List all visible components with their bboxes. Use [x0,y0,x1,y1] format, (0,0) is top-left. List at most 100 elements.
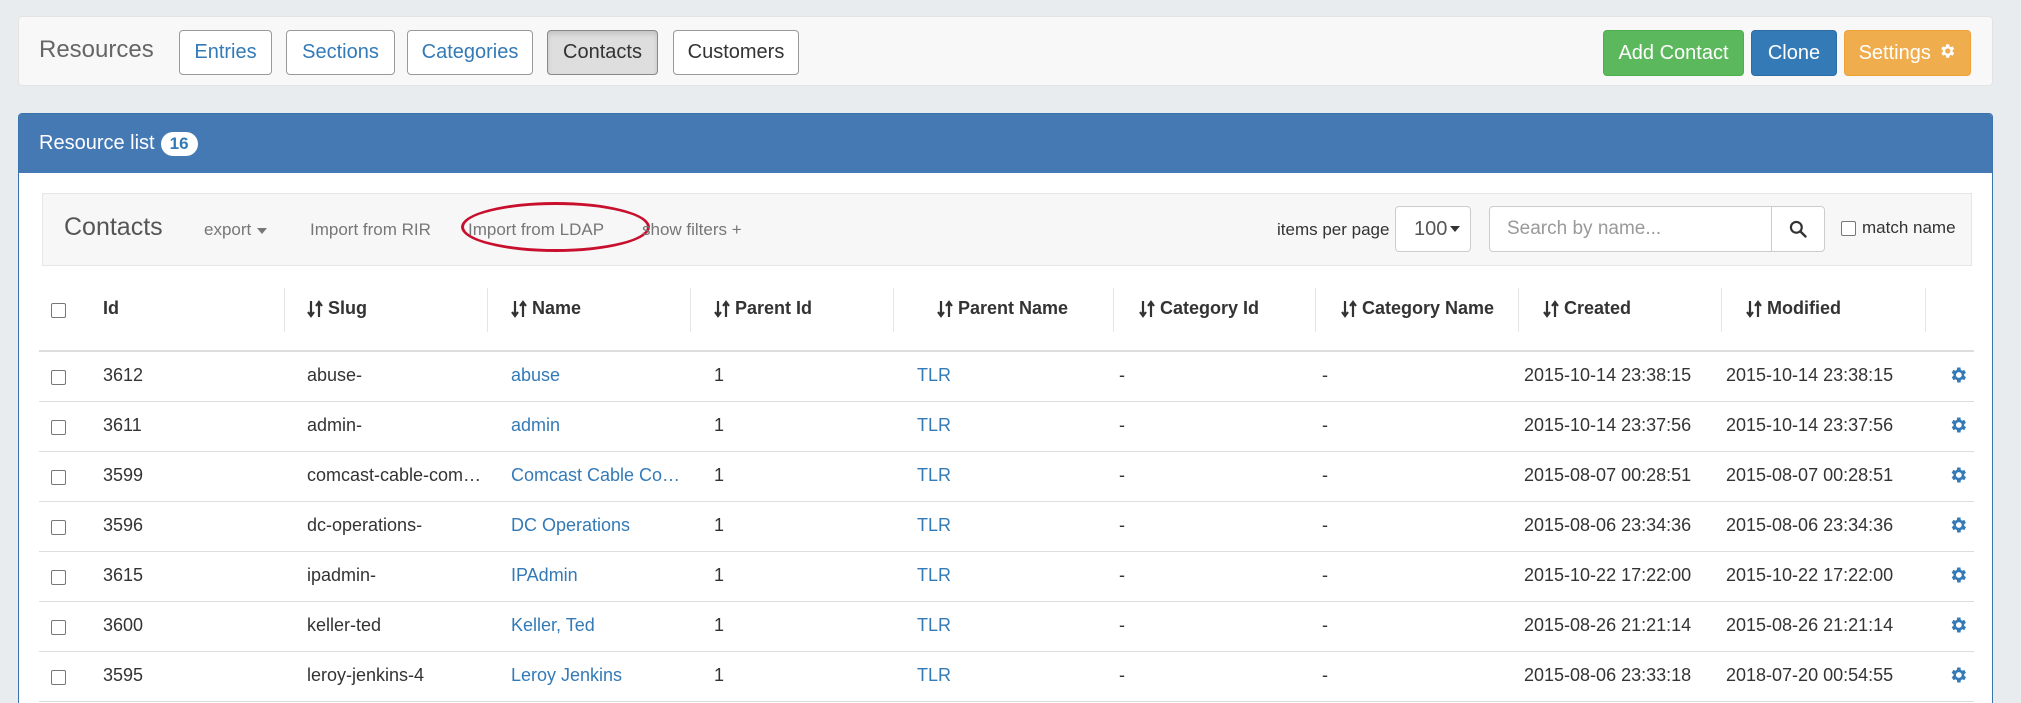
add-contact-button[interactable]: Add Contact [1603,30,1744,76]
cell-name-link[interactable]: abuse [511,365,687,386]
settings-button[interactable]: Settings [1844,30,1971,76]
table-row[interactable]: 3611 admin- admin 1 TLR - - 2015-10-14 2… [39,402,1974,452]
cell-parent-name-link[interactable]: TLR [917,465,951,486]
export-dropdown[interactable]: export [204,220,268,240]
cell-slug: admin- [307,415,363,435]
cell-name-link[interactable]: Leroy Jenkins [511,665,687,686]
search-button[interactable] [1771,206,1825,252]
column-header-category-id[interactable]: Category Id [1139,298,1259,319]
cell-created: 2015-08-06 23:33:18 [1524,665,1692,685]
cell-id: 3600 [103,615,144,635]
cell-parent-name-link[interactable]: TLR [917,615,951,636]
gear-icon[interactable] [1948,465,1968,485]
navbar-brand[interactable]: Resources [39,36,154,64]
cell-name-link[interactable]: DC Operations [511,515,687,536]
table-row[interactable]: 3595 leroy-jenkins-4 Leroy Jenkins 1 TLR… [39,652,1974,702]
cell-parent-name-link[interactable]: TLR [917,365,951,386]
tab-entries[interactable]: Entries [179,30,272,75]
column-header-name[interactable]: Name [511,298,581,319]
cell-id: 3595 [103,665,144,685]
sort-icon [937,299,953,318]
cell-id: 3596 [103,515,144,535]
cell-name-link[interactable]: Keller, Ted [511,615,687,636]
cell-slug: comcast-cable-com… [307,465,482,485]
table-row[interactable]: 3612 abuse- abuse 1 TLR - - 2015-10-14 2… [39,352,1974,402]
table-row[interactable]: 3615 ipadmin- IPAdmin 1 TLR - - 2015-10-… [39,552,1974,602]
table-header: Id Slug Name Parent Id Parent Name Categ… [39,267,1974,352]
column-divider [690,288,691,332]
cell-modified: 2018-07-20 00:54:55 [1726,665,1894,685]
row-checkbox[interactable] [51,620,66,635]
sort-icon [1746,299,1762,318]
select-all-checkbox[interactable] [51,303,66,318]
clone-button[interactable]: Clone [1751,30,1837,76]
column-header-parent-id[interactable]: Parent Id [714,298,812,319]
toolbar-title: Contacts [64,213,163,241]
cell-category-name: - [1322,365,1328,385]
column-divider [284,288,285,332]
row-checkbox[interactable] [51,670,66,685]
cell-parent-id: 1 [714,365,725,385]
gear-icon[interactable] [1948,515,1968,535]
cell-parent-id: 1 [714,615,725,635]
cell-category-id: - [1119,365,1125,385]
cell-category-name: - [1322,515,1328,535]
gear-icon[interactable] [1948,415,1968,435]
column-divider [487,288,488,332]
column-header-parent-name[interactable]: Parent Name [937,298,1068,319]
highlight-circle [461,202,650,252]
gear-icon[interactable] [1948,365,1968,385]
gear-icon[interactable] [1948,665,1968,685]
gear-icon[interactable] [1948,615,1968,635]
match-name-checkbox[interactable] [1841,220,1856,236]
match-name-label: match name [1862,218,1956,237]
cell-id: 3611 [103,415,142,435]
items-per-page-select[interactable]: 100 [1395,206,1471,252]
cell-created: 2015-08-07 00:28:51 [1524,465,1692,485]
cell-name-link[interactable]: IPAdmin [511,565,687,586]
tab-contacts[interactable]: Contacts [547,30,658,75]
row-checkbox[interactable] [51,470,66,485]
show-filters-link[interactable]: show filters + [642,220,742,240]
cell-parent-name-link[interactable]: TLR [917,565,951,586]
cell-slug: abuse- [307,365,363,385]
cell-created: 2015-08-06 23:34:36 [1524,515,1692,535]
search-input[interactable] [1489,206,1772,252]
row-checkbox[interactable] [51,520,66,535]
resource-list-panel: Resource list 16 Contacts export Import … [18,113,1993,703]
match-name-option[interactable]: match name [1841,218,1956,238]
table-row[interactable]: 3599 comcast-cable-com… Comcast Cable Co… [39,452,1974,502]
row-checkbox[interactable] [51,420,66,435]
items-per-page-value: 100 [1414,218,1448,240]
tab-customers[interactable]: Customers [673,30,799,75]
column-header-slug[interactable]: Slug [307,298,367,319]
tab-sections[interactable]: Sections [286,30,395,75]
column-header-modified[interactable]: Modified [1746,298,1841,319]
cell-name-link[interactable]: Comcast Cable Co… [511,465,687,486]
cell-created: 2015-10-14 23:37:56 [1524,415,1692,435]
table-row[interactable]: 3600 keller-ted Keller, Ted 1 TLR - - 20… [39,602,1974,652]
cell-parent-name-link[interactable]: TLR [917,515,951,536]
row-checkbox[interactable] [51,370,66,385]
cell-modified: 2015-08-26 21:21:14 [1726,615,1894,635]
cell-parent-id: 1 [714,665,725,685]
cell-parent-id: 1 [714,565,725,585]
cell-modified: 2015-08-07 00:28:51 [1726,465,1894,485]
row-checkbox[interactable] [51,570,66,585]
cell-modified: 2015-08-06 23:34:36 [1726,515,1894,535]
cell-name-link[interactable]: admin [511,415,687,436]
cell-parent-name-link[interactable]: TLR [917,665,951,686]
cell-modified: 2015-10-14 23:38:15 [1726,365,1894,385]
column-header-id[interactable]: Id [103,298,119,319]
gear-icon[interactable] [1948,565,1968,585]
column-header-created[interactable]: Created [1543,298,1631,319]
cell-slug: ipadmin- [307,565,377,585]
column-divider [1925,288,1926,332]
import-rir-link[interactable]: Import from RIR [310,220,431,240]
tab-categories[interactable]: Categories [407,30,533,75]
column-header-category-name[interactable]: Category Name [1341,298,1494,319]
caret-down-icon [1450,226,1460,232]
column-divider [1721,288,1722,332]
cell-parent-name-link[interactable]: TLR [917,415,951,436]
table-row[interactable]: 3596 dc-operations- DC Operations 1 TLR … [39,502,1974,552]
